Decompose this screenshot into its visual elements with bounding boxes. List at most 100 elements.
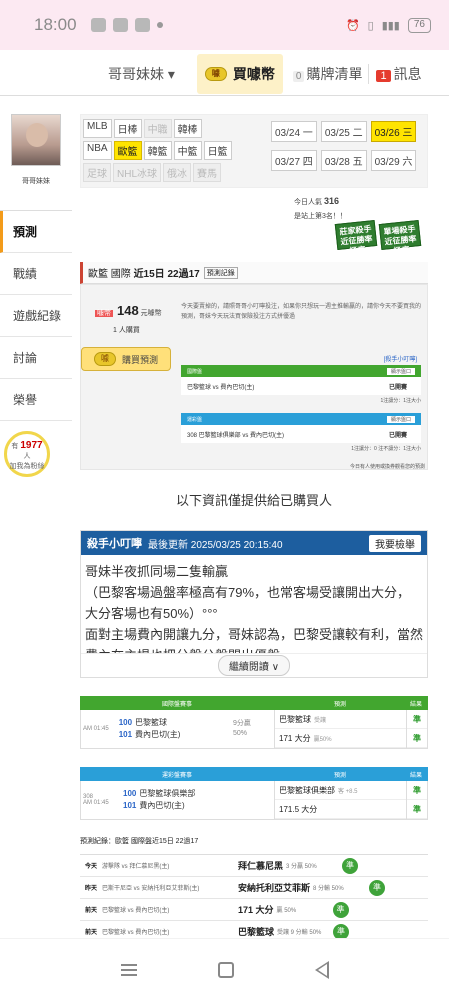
history-row[interactable]: 今天 游擊隊 vs 拜仁慕尼黑(主) 拜仁慕尼黑 3 分贏 50% 準	[80, 855, 428, 877]
game-time: AM 01:45	[83, 726, 109, 732]
cart-link[interactable]: 0 購牌清單	[283, 64, 369, 84]
date-0325[interactable]: 03/25 二	[320, 121, 367, 142]
intl-game: 巴黎籃球 vs 費內巴切(主)	[187, 384, 255, 391]
league-jp-basketball[interactable]: 日籃	[203, 141, 232, 160]
buy-coins-button[interactable]: 噱買噱幣	[196, 53, 283, 94]
avatar[interactable]	[11, 114, 61, 166]
col-header: 預測	[333, 772, 346, 779]
history-row[interactable]: 前天 巴黎籃球 vs 費內巴切(主) 171 大分贏 50% 準	[80, 899, 428, 921]
col-header: 結果	[409, 772, 422, 779]
killer-tips-box: 殺手小叮嚀 最後更新 2025/03/25 20:15:40 我要檢舉 哥妹半夜…	[80, 530, 428, 678]
league-soccer[interactable]: 足球	[83, 163, 111, 182]
date-0327[interactable]: 03/27 四	[271, 150, 317, 171]
league-horse-racing[interactable]: 賽馬	[193, 163, 222, 182]
date-0328[interactable]: 03/28 五	[320, 150, 367, 171]
league-eu-basketball[interactable]: 歐籃	[113, 141, 142, 160]
prediction-record-button[interactable]: 預測記錄	[203, 266, 238, 279]
intl-odds-panel: 國際盤 顯示盤口 巴黎籃球 vs 費內巴切(主) 已開賽 1注讓分：1注大小	[181, 365, 421, 404]
history-pick: 171 大分	[238, 905, 274, 915]
messages-link[interactable]: 1 訊息	[368, 63, 422, 84]
buy-prediction-button[interactable]: 噱購買預測	[81, 347, 171, 371]
history-detail: 受讓 9 分輸 50%	[277, 930, 322, 936]
buyers-only-note: 以下資訊僅提供給已購買人	[175, 493, 332, 508]
league-list: MLB 日棒 中職 韓棒 NBA 歐籃 韓籃 中籃 日籃 足球 NHL冰球 俄冰…	[81, 115, 267, 187]
more-notifications-icon	[156, 22, 163, 28]
league-ru-hockey[interactable]: 俄冰	[163, 163, 192, 182]
today-popularity: 316	[323, 196, 339, 206]
sidebar-item-predict[interactable]: 預測	[0, 211, 72, 253]
history-row[interactable]: 昨天 巴斯干尼亞 vs 安納托利亞艾菲斯(主) 安納托利亞艾菲斯 8 分輸 50% 準	[80, 877, 428, 899]
date-0329[interactable]: 03/29 六	[370, 150, 417, 171]
back-icon[interactable]	[314, 960, 329, 979]
sidebar-item-honor[interactable]: 榮譽	[0, 379, 72, 421]
recent-apps-icon[interactable]	[120, 963, 137, 976]
signal-icon: ▮▮▮	[381, 19, 400, 32]
today-usage-note: 今日有人使用或換券觀看您的預測	[349, 464, 425, 470]
game-header: 歐籃 國際 近15日 22過17 預測記錄	[80, 262, 428, 284]
sidebar-item-discuss[interactable]: 討論	[0, 337, 72, 379]
sidebar-item-game-log[interactable]: 遊戲紀錄	[0, 295, 72, 337]
pick-detail: 贏50%	[313, 736, 332, 743]
team-number: 100	[118, 718, 133, 727]
history-game: 游擊隊 vs 拜仁慕尼黑(主)	[102, 864, 170, 870]
league-nhl[interactable]: NHL冰球	[113, 163, 162, 182]
table-row: 308 AM 01:45 100 巴黎籃球俱樂部 101 費內巴切(主) 巴黎籃球俱…	[80, 781, 428, 820]
league-cn-basketball[interactable]: 中籃	[173, 141, 202, 160]
intl-prediction-table: 國際盤賽事 預測 結果 AM 01:45 100 巴黎籃球 101 費內巴切(主) …	[80, 696, 428, 749]
sidebar-menu: 預測 戰績 遊戲紀錄 討論 榮譽	[0, 210, 72, 421]
youtube-icon	[134, 18, 150, 32]
handicap: 9分贏	[233, 720, 251, 727]
league-jp-baseball[interactable]: 日棒	[113, 119, 142, 138]
continue-reading-button[interactable]: 繼續閱讀 ∨	[217, 655, 291, 676]
home-icon[interactable]	[217, 961, 234, 978]
game-league: 歐籃 國際	[88, 269, 131, 280]
top-nav: 哥哥妹妹 ▾ 噱買噱幣 0 購牌清單 1 訊息	[0, 52, 449, 96]
history-detail: 8 分輸 50%	[313, 886, 344, 892]
cart-label: 購牌清單	[306, 65, 363, 82]
league-mlb[interactable]: MLB	[83, 119, 112, 138]
user-dropdown[interactable]: 哥哥妹妹 ▾	[0, 64, 197, 84]
intl-bet-summary: 1注讓分：1注大小	[380, 398, 421, 404]
price-unit: 元噱幣	[140, 310, 162, 317]
history-pick: 拜仁慕尼黑	[238, 861, 284, 871]
bookmaker-killer-stamp: 莊家殺手 近征勝率極高	[334, 219, 378, 256]
show-odds-button[interactable]: 顯示盤口	[386, 415, 415, 423]
date-0324[interactable]: 03/24 一	[271, 121, 317, 142]
add-fan-button[interactable]: 有 1977 人加我為粉絲	[4, 431, 50, 477]
prediction-notice: 今天要賣掉的，請照哥哥小叮嚀投注，如果你只想玩一週主推輸贏的，請你今天不要買我的…	[181, 304, 422, 320]
history-game: 巴斯干尼亞 vs 安納托利亞艾菲斯(主)	[102, 886, 200, 892]
report-button[interactable]: 我要檢舉	[369, 534, 421, 552]
alarm-icon: ⏰	[345, 19, 360, 32]
league-kr-baseball[interactable]: 韓棒	[173, 119, 202, 138]
show-odds-button[interactable]: 顯示盤口	[386, 367, 415, 375]
sidebar-item-record[interactable]: 戰績	[0, 253, 72, 295]
team-number: 101	[123, 801, 137, 810]
killer-tips-link[interactable]: [殺手小叮嚀]	[384, 354, 417, 363]
lottery-game-status: 已開賽	[388, 432, 407, 439]
history-day: 今天	[84, 864, 97, 870]
lottery-prediction-table: 運彩盤賽事 預測 結果 308 AM 01:45 100 巴黎籃球俱樂部 101 費…	[80, 767, 428, 820]
history-pick: 安納托利亞艾菲斯	[238, 883, 311, 893]
lottery-odds-panel: 運彩盤 顯示盤口 308 巴黎籃球俱樂部 vs 費內巴切(主) 已開賽 1注讓分：0…	[181, 413, 421, 452]
killer-tips-title: 殺手小叮嚀	[87, 538, 142, 550]
result: 準	[407, 781, 427, 800]
league-kr-basketball[interactable]: 韓籃	[143, 141, 172, 160]
league-nba[interactable]: NBA	[83, 141, 112, 160]
fans-label: 加我為粉絲	[9, 463, 45, 470]
team-number: 100	[123, 789, 137, 798]
col-header: 結果	[409, 701, 422, 708]
fans-count: 1977	[20, 440, 43, 451]
intl-odds-title: 國際盤	[187, 368, 203, 375]
history-game: 巴黎籃球 vs 費內巴切(主)	[102, 908, 170, 914]
table-row: AM 01:45 100 巴黎籃球 101 費內巴切(主) 9分贏 50% 巴黎籃球受…	[80, 710, 428, 749]
date-0326[interactable]: 03/26 三	[370, 121, 417, 142]
line-icon	[112, 18, 128, 32]
status-bar: 18:00 ⏰ ▯ ▮▮▮ 76	[0, 0, 449, 50]
status-right: ⏰ ▯ ▮▮▮ 76	[345, 17, 431, 33]
league-cpbl[interactable]: 中職	[143, 119, 172, 138]
col-header: 運彩盤賽事	[161, 772, 192, 779]
lottery-odds-title: 運彩盤	[187, 416, 203, 423]
pick: 巴黎籃球俱樂部	[279, 785, 335, 795]
main-content: MLB 日棒 中職 韓棒 NBA 歐籃 韓籃 中籃 日籃 足球 NHL冰球 俄冰…	[80, 114, 428, 943]
history-day: 前天	[84, 908, 97, 914]
